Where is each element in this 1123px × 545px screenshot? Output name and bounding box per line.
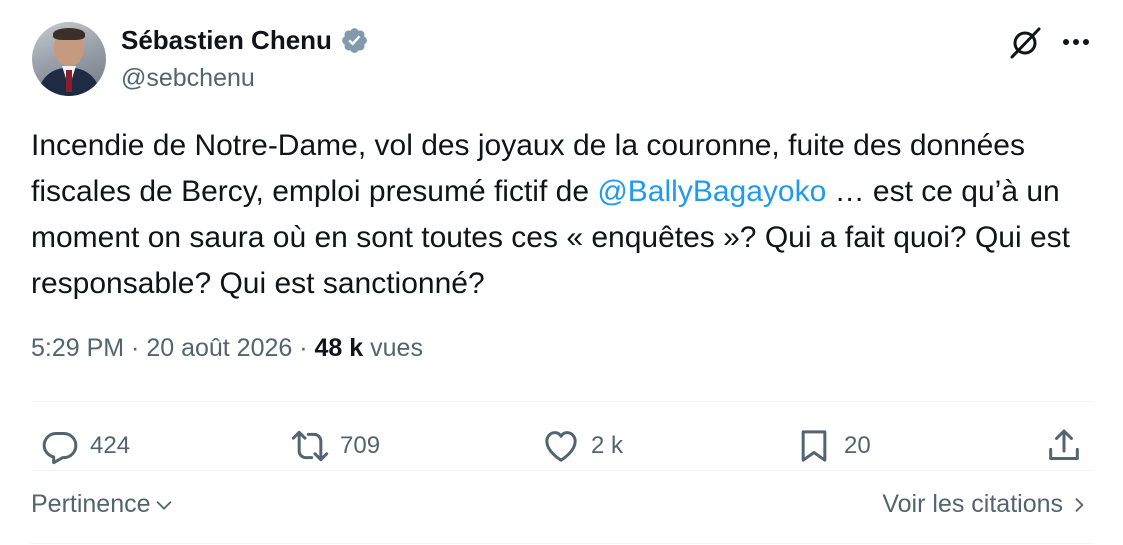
share-button[interactable] — [1044, 426, 1084, 466]
mention-link[interactable]: @BallyBagayoko — [597, 175, 826, 208]
author-handle[interactable]: @sebchenu — [121, 64, 255, 93]
views-label: vues — [370, 334, 423, 362]
avatar[interactable] — [32, 22, 106, 96]
sort-label: Pertinence — [31, 490, 151, 518]
avatar-hair — [53, 28, 85, 40]
divider — [31, 470, 1093, 471]
avatar-tie — [66, 70, 72, 92]
like-icon — [545, 431, 577, 462]
chevron-down-icon — [156, 500, 171, 510]
repost-count: 709 — [340, 432, 381, 459]
reply-icon — [42, 432, 78, 465]
author-display-name[interactable]: Sébastien Chenu — [121, 25, 332, 56]
reply-button[interactable]: 424 — [40, 426, 130, 466]
bookmark-button[interactable]: 20 — [794, 426, 871, 466]
divider — [31, 401, 1093, 402]
divider — [31, 543, 1093, 544]
tweet-text: Incendie de Notre-Dame, vol des joyaux d… — [31, 123, 1101, 307]
verified-badge-icon — [342, 28, 367, 53]
share-icon — [1049, 429, 1079, 460]
chevron-right-icon — [1075, 497, 1084, 512]
repost-icon — [291, 430, 329, 462]
repost-button[interactable]: 709 — [290, 426, 380, 466]
tweet-time[interactable]: 5:29 PM — [31, 334, 124, 362]
author-name-row: Sébastien Chenu — [121, 25, 369, 56]
view-quotes-label: Voir les citations — [882, 490, 1063, 518]
bookmark-count: 20 — [844, 432, 871, 459]
bookmark-icon — [801, 430, 827, 462]
tweet-meta: 5:29 PM · 20 août 2026 · 48 k vues — [31, 334, 423, 362]
reply-count: 424 — [90, 432, 131, 459]
views-count: 48 k — [314, 334, 364, 362]
more-icon[interactable] — [1058, 28, 1094, 56]
grok-icon[interactable] — [1006, 24, 1044, 62]
like-count: 2 k — [591, 432, 624, 459]
view-quotes-link[interactable]: Voir les citations — [882, 490, 1089, 519]
like-button[interactable]: 2 k — [541, 426, 623, 466]
tweet-date[interactable]: 20 août 2026 — [146, 334, 292, 362]
sort-dropdown[interactable]: Pertinence — [31, 490, 175, 519]
